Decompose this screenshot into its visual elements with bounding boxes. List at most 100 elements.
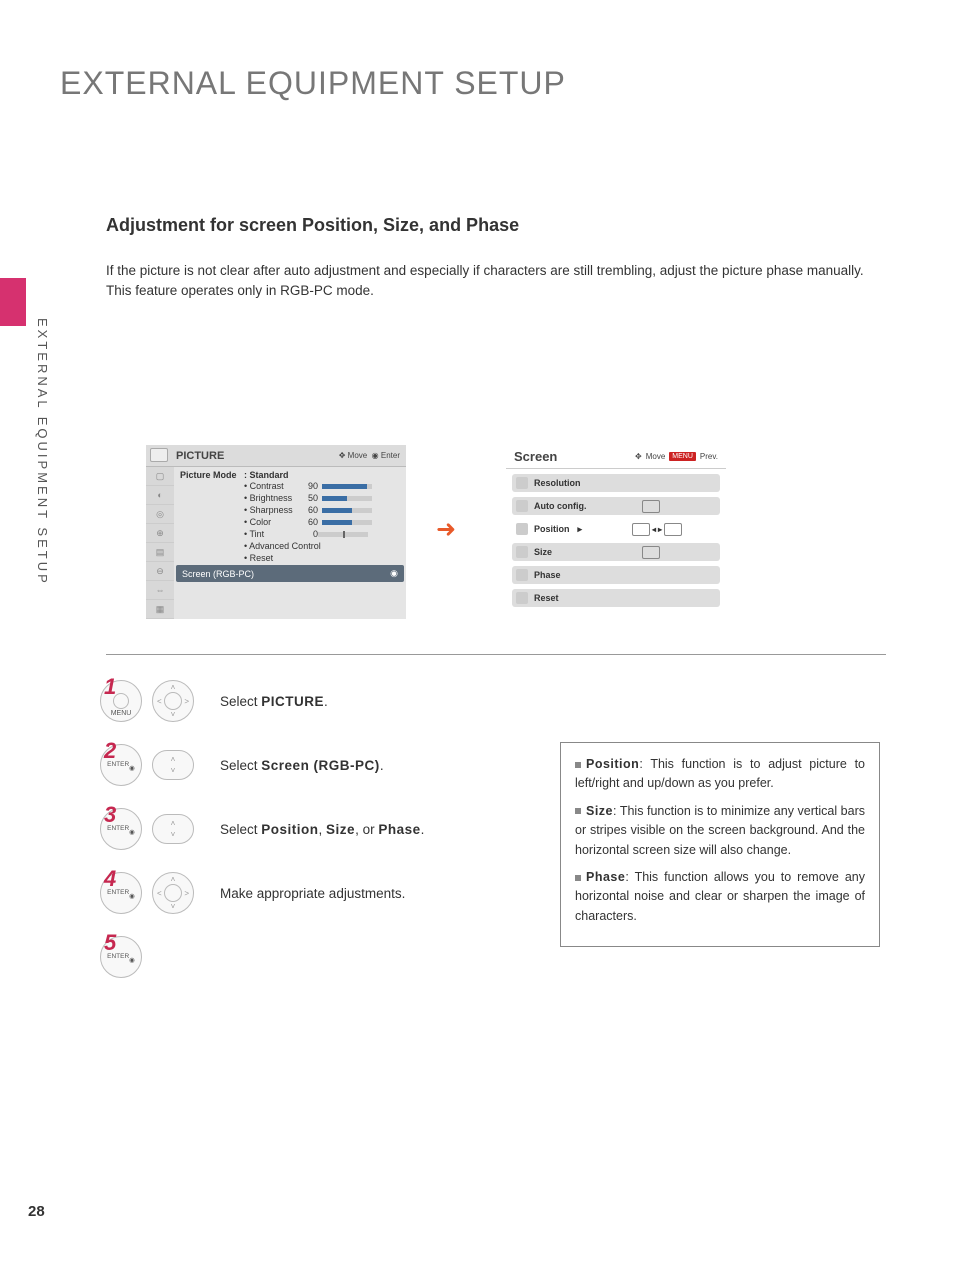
def-size: Size: This function is to minimize any v…: [575, 802, 865, 860]
tint-bar: [318, 532, 368, 537]
osd-sidebar-icons: ▢ ◐ ◎ ⊕ ▤ ⊖ ⇔ ▦: [146, 467, 174, 619]
contrast-value: 90: [302, 481, 318, 491]
position-label: Position: [534, 524, 570, 534]
menu-button-label: MENU: [111, 710, 132, 717]
chapter-tab: [0, 278, 26, 326]
step-number: 5: [104, 930, 116, 956]
t: PICTURE: [261, 694, 324, 709]
screen-item-autoconfig: Auto config.: [512, 497, 720, 515]
t: .: [380, 758, 384, 773]
hint-enter: Enter: [381, 451, 400, 460]
brightness-value: 50: [302, 493, 318, 503]
t: Select: [220, 758, 261, 773]
sidebar-icon: ▢: [146, 467, 174, 486]
reset-label: • Reset: [244, 553, 273, 563]
contrast-label: • Contrast: [244, 481, 302, 491]
nav-disc-icon: ˄˅˂˃: [152, 680, 194, 722]
def-position: Position: This function is to adjust pic…: [575, 755, 865, 794]
sidebar-icon: ⊕: [146, 524, 174, 543]
step-number: 3: [104, 802, 116, 828]
t: .: [421, 822, 425, 837]
color-bar: [322, 520, 372, 525]
step-4: 4 ENTER◉ ˄˅˂˃ Make appropriate adjustmen…: [100, 872, 560, 914]
bullet-icon: [575, 762, 581, 768]
screen-item-position-selected: Position ▸ ◂▸: [512, 520, 720, 538]
t: Phase: [378, 822, 420, 837]
sidebar-icon: ▤: [146, 543, 174, 562]
autoconfig-label: Auto config.: [534, 501, 587, 511]
osd-screen-header: Screen ✥ Move MENU Prev.: [506, 445, 726, 469]
t: Select: [220, 822, 261, 837]
brightness-bar: [322, 496, 372, 501]
page-title: EXTERNAL EQUIPMENT SETUP: [60, 65, 566, 102]
page-number: 28: [28, 1203, 45, 1220]
step-1: 1 MENU ˄˅˂˃ Select PICTURE.: [100, 680, 560, 722]
definitions-box: Position: This function is to adjust pic…: [560, 742, 880, 947]
step-number: 2: [104, 738, 116, 764]
sidebar-icon: ▦: [146, 600, 174, 619]
up-down-button-icon: ˄˅: [152, 814, 194, 844]
osd-illustration-area: PICTURE ✥ Move ◉ Enter ▢ ◐ ◎ ⊕ ▤ ⊖ ⇔ ▦ P…: [106, 435, 886, 655]
sidebar-icon: ⊖: [146, 562, 174, 581]
preview-icon: [642, 500, 660, 513]
step-3: 3 ENTER◉ ˄˅ Select Position, Size, or Ph…: [100, 808, 560, 850]
sharpness-value: 60: [302, 505, 318, 515]
t: Screen (RGB-PC): [261, 758, 380, 773]
section-subtitle: Adjustment for screen Position, Size, an…: [106, 215, 519, 236]
color-label: • Color: [244, 517, 302, 527]
step-2: 2 ENTER◉ ˄˅ Select Screen (RGB-PC).: [100, 744, 560, 786]
arrow-right-icon: ➜: [436, 515, 456, 544]
play-icon: ▸: [578, 524, 583, 535]
osd-picture-header: PICTURE ✥ Move ◉ Enter: [146, 445, 406, 467]
t: , or: [355, 822, 378, 837]
sharpness-label: • Sharpness: [244, 505, 302, 515]
phase-label: Phase: [534, 570, 561, 580]
preview-icon: [642, 546, 660, 559]
t: Make appropriate adjustments.: [220, 886, 405, 901]
color-value: 60: [302, 517, 318, 527]
step-5: 5 ENTER◉: [100, 936, 560, 978]
osd-picture-menu: PICTURE ✥ Move ◉ Enter ▢ ◐ ◎ ⊕ ▤ ⊖ ⇔ ▦ P…: [146, 445, 406, 615]
reset-label: Reset: [534, 593, 559, 603]
step-3-text: Select Position, Size, or Phase.: [220, 822, 424, 837]
t: Size: [326, 822, 355, 837]
t: Position: [261, 822, 318, 837]
screen-item-resolution: Resolution: [512, 474, 720, 492]
hint-move: Move: [646, 452, 666, 461]
t: .: [324, 694, 328, 709]
osd-picture-content: Picture Mode : Standard • Contrast90 • B…: [174, 467, 406, 619]
up-down-button-icon: ˄˅: [152, 750, 194, 780]
screen-rgb-pc-selected: Screen (RGB-PC) ◉: [176, 565, 404, 582]
def-size-term: Size: [586, 804, 613, 818]
step-4-text: Make appropriate adjustments.: [220, 886, 405, 901]
instruction-steps: 1 MENU ˄˅˂˃ Select PICTURE. 2 ENTER◉ ˄˅ …: [100, 680, 560, 1000]
step-number: 1: [104, 674, 116, 700]
intro-line2: This feature operates only in RGB-PC mod…: [106, 283, 374, 298]
sidebar-icon: ⇔: [146, 581, 174, 600]
screen-item-reset: Reset: [512, 589, 720, 607]
def-position-term: Position: [586, 757, 639, 771]
menu-badge: MENU: [669, 452, 696, 461]
contrast-bar: [322, 484, 372, 489]
resolution-label: Resolution: [534, 478, 581, 488]
screen-item-size: Size: [512, 543, 720, 561]
intro-line1: If the picture is not clear after auto a…: [106, 263, 864, 278]
osd-screen-title: Screen: [514, 449, 557, 464]
size-label: Size: [534, 547, 552, 557]
osd-picture-hints: ✥ Move ◉ Enter: [339, 451, 400, 460]
intro-text: If the picture is not clear after auto a…: [106, 261, 876, 302]
osd-screen-menu: Screen ✥ Move MENU Prev. Resolution Auto…: [506, 445, 726, 635]
def-phase-term: Phase: [586, 870, 625, 884]
osd-picture-title: PICTURE: [176, 450, 224, 462]
advanced-control-label: • Advanced Control: [244, 541, 321, 551]
step-number: 4: [104, 866, 116, 892]
sidebar-icon: ◐: [146, 486, 174, 505]
screen-item-phase: Phase: [512, 566, 720, 584]
side-chapter-label: EXTERNAL EQUIPMENT SETUP: [35, 318, 50, 586]
position-preview: ◂▸: [632, 523, 682, 536]
t: ,: [319, 822, 327, 837]
tint-value: 0: [302, 529, 318, 539]
picture-mode-label: Picture Mode: [180, 470, 240, 480]
hint-move: Move: [348, 451, 368, 460]
def-phase: Phase: This function allows you to remov…: [575, 868, 865, 926]
